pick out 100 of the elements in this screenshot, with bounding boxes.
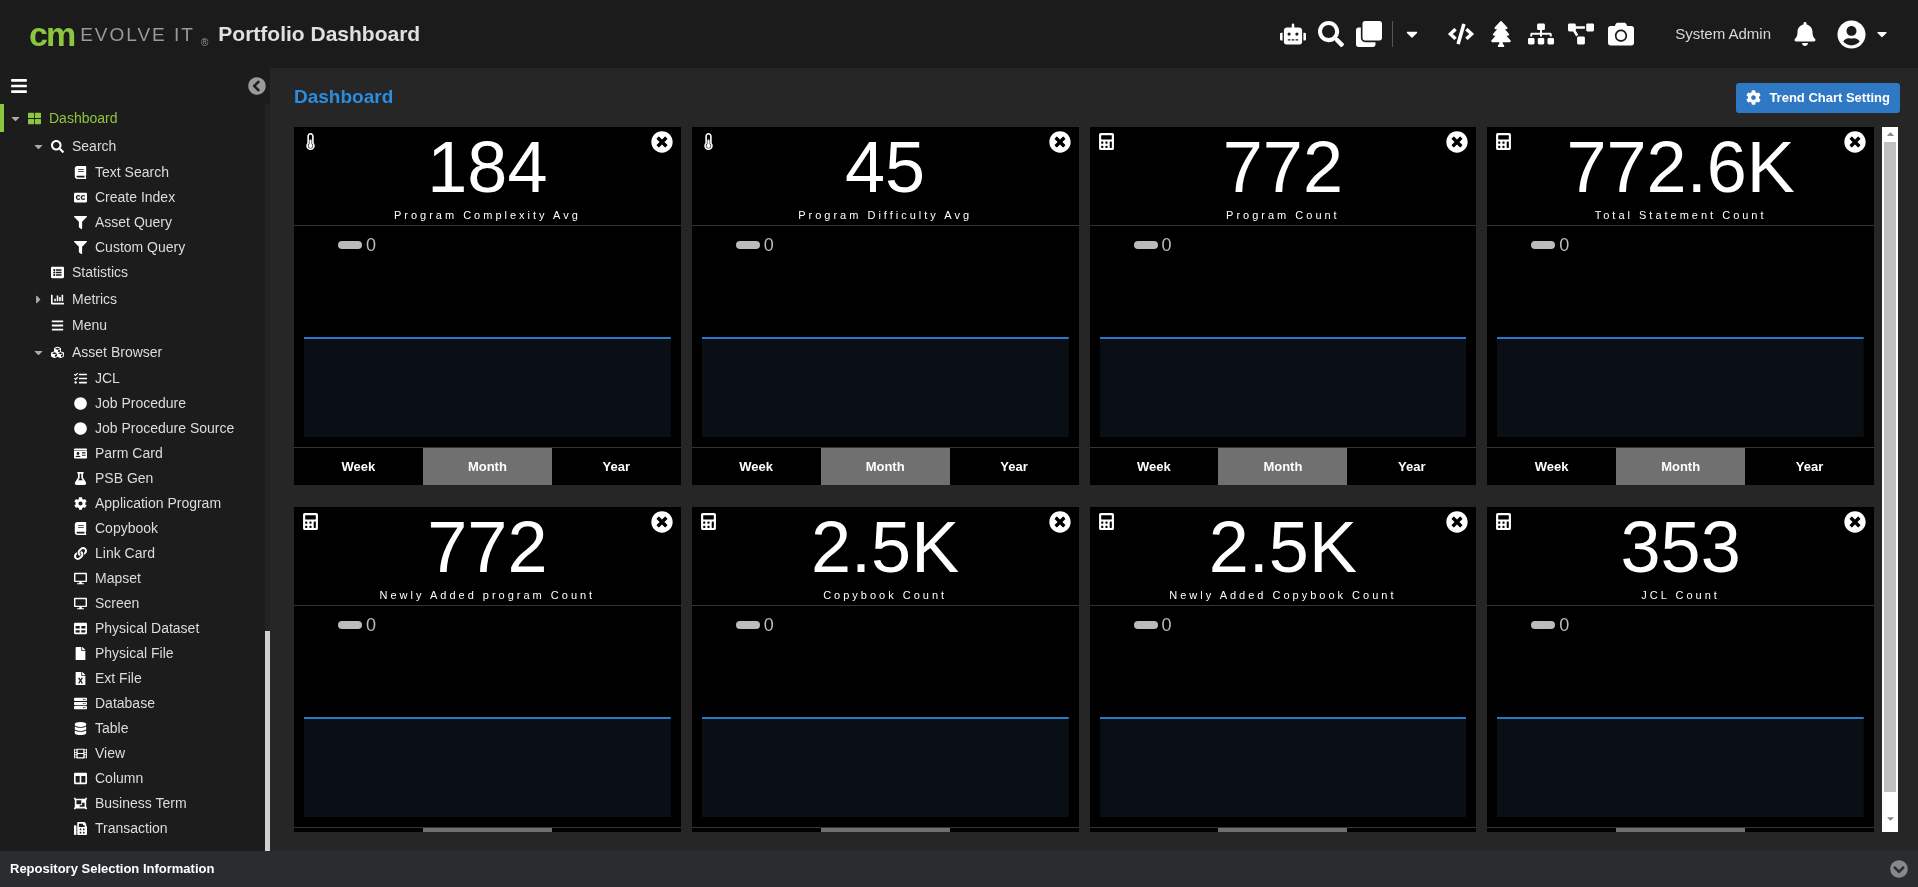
tree-item[interactable]: Copybook — [0, 516, 262, 541]
legend-value: 0 — [1161, 236, 1172, 254]
legend-value: 0 — [1559, 616, 1570, 634]
tree-item-label: Menu — [72, 316, 108, 335]
tree-item[interactable]: Physical File — [0, 641, 262, 666]
tree-item[interactable]: Parm Card — [0, 441, 262, 466]
link-icon — [74, 547, 87, 560]
tree-item[interactable]: Search — [0, 132, 262, 160]
windows-icon[interactable] — [1356, 21, 1383, 47]
filter-icon — [74, 241, 87, 254]
tree-item[interactable]: Custom Query — [0, 235, 262, 260]
tree-item[interactable]: Statistics — [0, 260, 262, 285]
scrollbar-thumb[interactable] — [265, 631, 270, 851]
legend-swatch — [1133, 621, 1158, 629]
tree-item[interactable]: Job Procedure — [0, 391, 262, 416]
tree-item[interactable]: Transaction — [0, 816, 262, 841]
metric-label: JCL Count — [1641, 588, 1720, 603]
tree-item[interactable]: Database — [0, 691, 262, 716]
search-icon[interactable] — [1318, 21, 1345, 47]
checklist-icon — [74, 372, 87, 385]
tree-item[interactable]: Create Index — [0, 185, 262, 210]
collapse-icon[interactable] — [248, 77, 266, 95]
sitemap-icon[interactable] — [1528, 21, 1555, 47]
tree-item[interactable]: Screen — [0, 591, 262, 616]
app-title: Portfolio Dashboard — [218, 21, 421, 48]
tree-item[interactable]: PSB Gen — [0, 466, 262, 491]
calculator-icon — [699, 513, 717, 530]
tree-item-label: Physical Dataset — [95, 619, 200, 638]
robot-icon[interactable] — [1280, 21, 1307, 47]
calculator-icon — [302, 513, 319, 530]
scrollbar-thumb[interactable] — [1884, 142, 1896, 792]
table-icon — [74, 622, 87, 635]
tree-item[interactable]: View — [0, 741, 262, 766]
close-icon[interactable] — [650, 131, 673, 153]
camera-icon[interactable] — [1608, 21, 1635, 47]
tree-item[interactable]: JCL — [0, 366, 262, 391]
close-icon[interactable] — [1446, 131, 1469, 153]
tree-item[interactable]: Link Card — [0, 541, 262, 566]
tree-item[interactable]: Mapset — [0, 566, 262, 591]
gear-icon — [74, 497, 87, 510]
tree-item-label: Application Program — [95, 494, 222, 513]
logo-mark: cm — [29, 17, 75, 51]
metric-label: Newly Added Copybook Count — [1169, 588, 1397, 603]
page-title: Dashboard — [294, 85, 394, 110]
tree-item[interactable]: Asset Browser — [0, 338, 262, 366]
period-tab[interactable]: Month — [820, 448, 950, 485]
grid-icon — [28, 111, 41, 125]
tree-item-label: Job Procedure — [95, 394, 187, 413]
tree-item-label: Asset Browser — [72, 342, 163, 362]
legend-value: 0 — [366, 616, 376, 634]
close-icon[interactable] — [1048, 131, 1071, 153]
tree-item[interactable]: Asset Query — [0, 210, 262, 235]
legend-swatch — [338, 621, 362, 629]
tree-item-label: Column — [95, 769, 144, 788]
tree-item-label: Text Search — [95, 163, 169, 182]
tree-item-label: Parm Card — [95, 444, 163, 463]
tree-item-label: Table — [95, 719, 129, 738]
legend-swatch — [735, 621, 760, 629]
database-icon — [74, 722, 87, 735]
code-icon[interactable] — [1448, 21, 1475, 47]
tree-item[interactable]: Ext File — [0, 666, 262, 691]
tree-item-label: Ext File — [95, 669, 142, 688]
period-tab[interactable]: Month — [422, 448, 552, 485]
bell-icon[interactable] — [1793, 22, 1817, 46]
tree-item-label: Mapset — [95, 569, 141, 588]
close-icon[interactable] — [1048, 511, 1071, 533]
close-icon[interactable] — [650, 511, 673, 533]
tree-item[interactable]: Text Search — [0, 160, 262, 185]
search-icon — [51, 139, 64, 153]
footer-title: Repository Selection Information — [10, 860, 215, 879]
tree-item[interactable]: Table — [0, 716, 262, 741]
tree-item[interactable]: Physical Dataset — [0, 616, 262, 641]
tree-item-label: View — [95, 744, 126, 763]
close-icon[interactable] — [1446, 511, 1469, 533]
tree-item[interactable]: Menu — [0, 313, 262, 338]
tree-item[interactable]: Business Term — [0, 791, 262, 816]
metric-label: Program Difficulty Avg — [798, 208, 973, 223]
gear-icon — [1746, 90, 1762, 105]
list-icon — [51, 266, 64, 279]
diagram-icon[interactable] — [1568, 21, 1595, 47]
menu-icon[interactable] — [10, 77, 28, 95]
metric-value: 772.6K — [1566, 129, 1795, 205]
calculator-icon — [1495, 133, 1513, 150]
monitor-icon — [74, 572, 87, 585]
user-name[interactable]: System Admin — [1675, 22, 1771, 46]
metric-label: Total Statement Count — [1594, 208, 1767, 223]
tree-item[interactable]: Metrics — [0, 285, 262, 313]
tree-item[interactable]: Column — [0, 766, 262, 791]
close-icon[interactable] — [1844, 131, 1866, 153]
tree-item[interactable]: Application Program — [0, 491, 262, 516]
tree-item-label: PSB Gen — [95, 469, 154, 488]
tree-item[interactable]: Job Procedure Source — [0, 416, 262, 441]
trend-chart-setting-button[interactable]: Trend Chart Setting — [1736, 82, 1900, 113]
user-avatar-icon[interactable] — [1837, 19, 1866, 49]
period-tab[interactable]: Month — [1218, 448, 1348, 485]
legend-swatch — [338, 241, 362, 249]
close-icon[interactable] — [1844, 511, 1866, 533]
metric-label: Program Complexity Avg — [393, 208, 581, 223]
period-tab[interactable]: Month — [1616, 448, 1746, 485]
expand-icon[interactable] — [1890, 860, 1908, 878]
